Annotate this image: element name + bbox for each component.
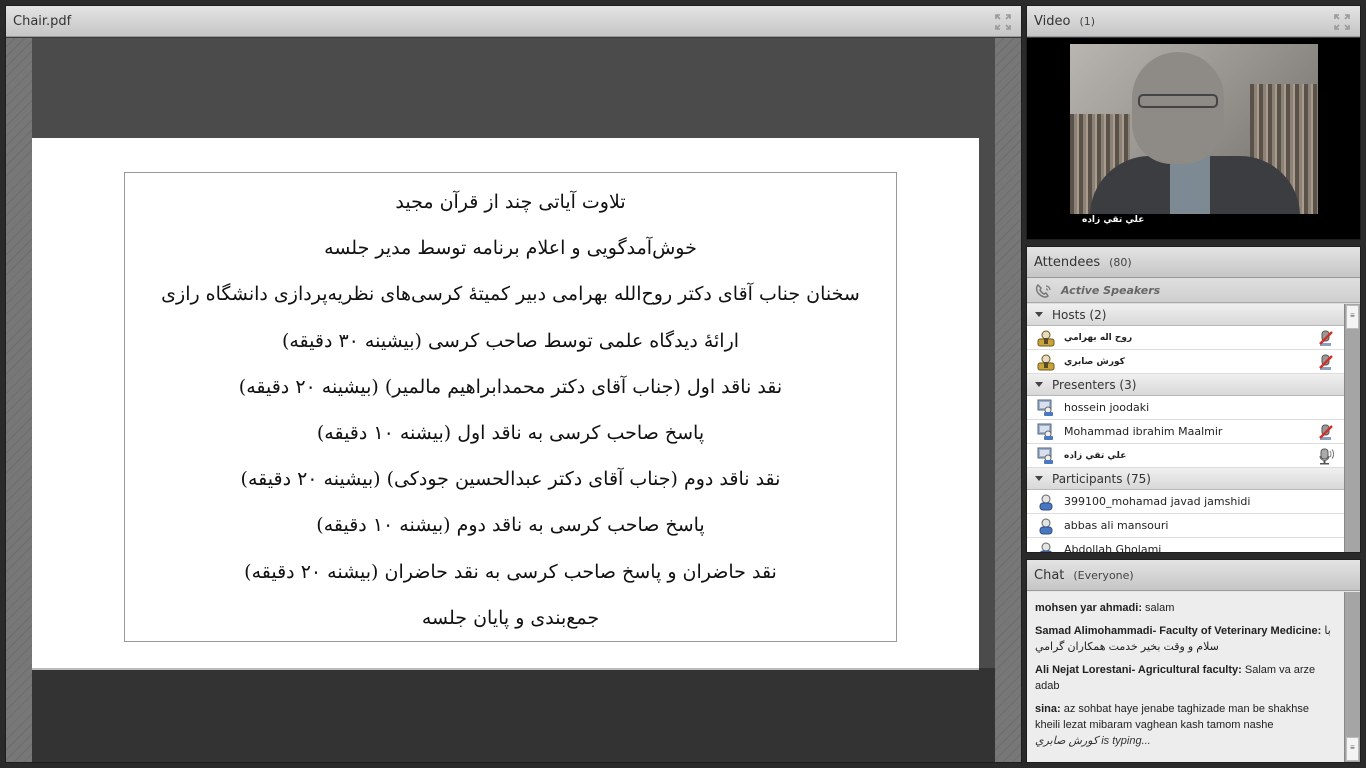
chat-audience[interactable]: (Everyone) [1073,569,1133,582]
video-pod: Video (1) علي تقي زاده [1026,5,1361,240]
mic-muted-icon[interactable] [1318,330,1334,347]
agenda-item: نقد ناقد دوم (جناب آقای دکتر عبدالحسین ج… [240,468,781,491]
mic-muted-icon[interactable] [1318,424,1334,441]
chat-pod-header: Chat (Everyone) [1027,560,1360,591]
presenter-icon [1037,447,1053,464]
agenda-item: نقد ناقد اول (جناب آقای دکتر محمدابراهیم… [238,375,783,398]
chat-sender: Samad Alimohammadi- Faculty of Veterinar… [1035,625,1322,637]
share-pod-title: Chair.pdf [13,13,72,29]
attendee-row[interactable]: hossein joodaki [1027,396,1344,420]
attendee-group-presenters[interactable]: Presenters (3) [1027,374,1344,396]
attendee-name: علي تقي زاده [1064,450,1127,461]
attendee-row[interactable]: كورش صابري [1027,350,1344,374]
agenda-item: ارائهٔ دیدگاه علمی توسط صاحب کرسی (بیشین… [281,329,740,352]
mic-speaking-icon[interactable] [1318,448,1334,465]
typing-suffix: is typing... [1101,735,1151,747]
attendees-count: (80) [1109,255,1132,269]
attendee-scrollbar[interactable]: ≡ [1344,304,1360,552]
attendee-list: Hosts (2) روح اله بهرامي كورش صابري Present… [1027,304,1344,552]
agenda-item: نقد حاضران و پاسخ صاحب کرسی به نقد حاضرا… [244,560,777,583]
stage-lower-area [32,668,995,762]
video-count: (1) [1079,14,1096,28]
chat-sender: Ali Nejat Lorestani- Agricultural facult… [1035,664,1242,676]
attendee-name: روح اله بهرامي [1064,332,1133,343]
scrollbar-thumb[interactable]: ≡ [1346,737,1359,761]
video-pod-header: Video (1) [1027,6,1360,37]
collapse-triangle-icon[interactable] [1035,476,1043,481]
chat-sender: mohsen yar ahmadi: [1035,602,1142,614]
presenter-icon [1037,423,1053,440]
host-icon [1037,354,1055,370]
attendees-pod-title: Attendees [1034,254,1101,270]
attendee-name: abbas ali mansouri [1064,519,1169,532]
chat-message: Ali Nejat Lorestani- Agricultural facult… [1035,662,1336,694]
fullscreen-icon[interactable] [1334,14,1350,30]
chat-message: Samad Alimohammadi- Faculty of Veterinar… [1035,623,1336,655]
chat-text: salam [1145,602,1175,614]
collapse-triangle-icon[interactable] [1035,312,1043,317]
agenda-item: تلاوت آیاتی چند از قرآن مجید [395,191,626,213]
stage-margin-right [995,38,1021,762]
typing-indicator: كورش صابري is typing... [1035,733,1336,749]
attendee-row[interactable]: Abdollah Gholami [1027,538,1344,552]
video-area: علي تقي زاده [1027,38,1360,239]
attendee-row[interactable]: Mohammad ibrahim Maalmir [1027,420,1344,444]
attendees-pod: Attendees (80) Active Speakers Hosts (2)… [1026,246,1361,553]
video-speaker-name: علي تقي زاده [1082,215,1145,225]
attendees-pod-header: Attendees (80) [1027,247,1360,278]
group-label: Hosts (2) [1052,307,1107,322]
chat-message: sina: az sohbat haye jenabe taghizade ma… [1035,701,1336,733]
video-pod-title: Video [1034,13,1071,29]
agenda-item: سخنان جناب آقای دکتر روح‌الله بهرامی دبی… [161,283,860,306]
pdf-slide: تلاوت آیاتی چند از قرآن مجید خوش‌آمدگویی … [32,138,979,670]
group-label: Participants (75) [1052,471,1151,486]
participant-icon [1039,542,1053,552]
mic-muted-icon[interactable] [1318,354,1334,371]
attendee-row[interactable]: علي تقي زاده [1027,444,1344,468]
agenda-box: تلاوت آیاتی چند از قرآن مجید خوش‌آمدگویی … [124,172,897,642]
active-speakers-bar[interactable]: Active Speakers [1027,279,1360,303]
agenda-item: خوش‌آمدگویی و اعلام برنامه توسط مدیر جلس… [324,237,697,260]
active-speakers-label: Active Speakers [1061,284,1161,297]
agenda-item: پاسخ صاحب کرسی به ناقد اول (بیشنه ۱۰ دقی… [316,421,705,444]
typing-user: كورش صابري [1035,735,1099,747]
webcam-video[interactable] [1070,44,1318,214]
attendee-name: كورش صابري [1064,356,1125,367]
collapse-triangle-icon[interactable] [1035,382,1043,387]
attendee-name: Abdollah Gholami [1064,543,1162,552]
attendee-group-participants[interactable]: Participants (75) [1027,468,1344,490]
agenda-item: جمع‌بندی و پایان جلسه [421,606,600,629]
chat-text: az sohbat haye jenabe taghizade man be s… [1035,703,1309,731]
share-pod: Chair.pdf تلاوت آیاتی چند از قرآن مجید خو… [5,5,1022,763]
chat-scrollbar[interactable]: ≡ [1344,592,1360,762]
chat-pod: Chat (Everyone) mohsen yar ahmadi: salam… [1026,559,1361,763]
host-icon [1037,330,1055,346]
scrollbar-thumb[interactable]: ≡ [1346,305,1359,329]
phone-speaker-icon [1035,283,1051,298]
attendee-row[interactable]: روح اله بهرامي [1027,326,1344,350]
chat-messages: mohsen yar ahmadi: salam Samad Alimohamma… [1027,592,1344,762]
group-label: Presenters (3) [1052,377,1137,392]
fullscreen-icon[interactable] [995,14,1011,30]
share-pod-header: Chair.pdf [6,6,1021,37]
attendee-name: 399100_mohamad javad jamshidi [1064,495,1251,508]
attendee-name: Mohammad ibrahim Maalmir [1064,425,1223,438]
share-stage: تلاوت آیاتی چند از قرآن مجید خوش‌آمدگویی … [6,38,1021,762]
chat-message: mohsen yar ahmadi: salam [1035,600,1336,616]
participant-icon [1039,494,1053,510]
chat-pod-title: Chat [1034,567,1065,583]
attendee-row[interactable]: 399100_mohamad javad jamshidi [1027,490,1344,514]
agenda-item: پاسخ صاحب کرسی به ناقد دوم (بیشنه ۱۰ دقی… [316,514,705,537]
attendee-row[interactable]: abbas ali mansouri [1027,514,1344,538]
presenter-icon [1037,399,1053,416]
attendee-group-hosts[interactable]: Hosts (2) [1027,304,1344,326]
chat-sender: sina: [1035,703,1061,715]
stage-margin-left [6,38,32,762]
participant-icon [1039,518,1053,534]
attendee-name: hossein joodaki [1064,401,1150,414]
